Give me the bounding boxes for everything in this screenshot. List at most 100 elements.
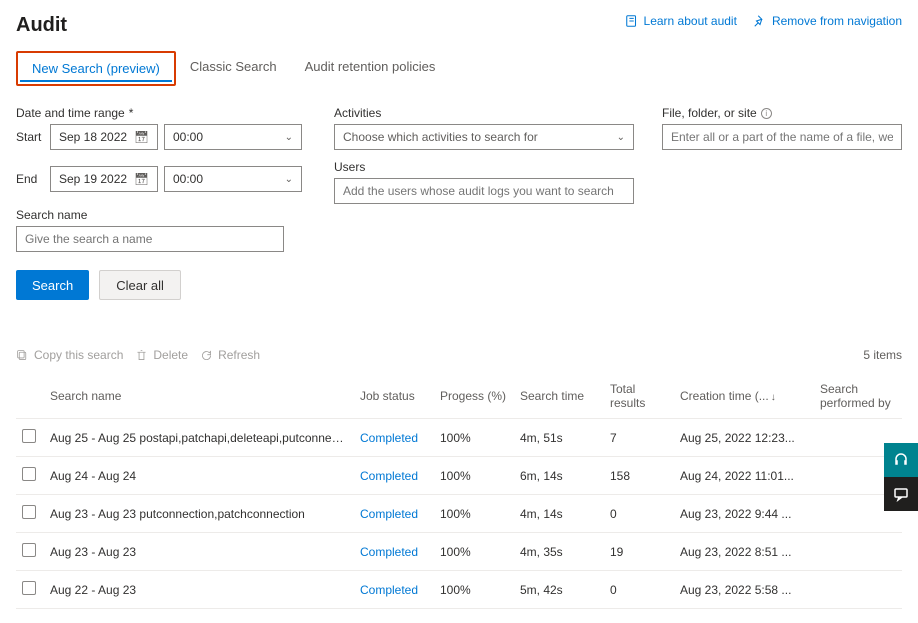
activities-placeholder: Choose which activities to search for	[343, 130, 538, 144]
clear-all-button[interactable]: Clear all	[99, 270, 181, 300]
cell-total: 7	[604, 419, 674, 457]
end-time-input[interactable]: 00:00 ⌄	[164, 166, 302, 192]
activities-select[interactable]: Choose which activities to search for ⌄	[334, 124, 634, 150]
delete-button[interactable]: Delete	[135, 348, 188, 362]
learn-link-label: Learn about audit	[644, 14, 737, 28]
tab-new-search[interactable]: New Search (preview)	[16, 51, 176, 86]
cell-creation-time: Aug 23, 2022 9:44 ...	[674, 495, 814, 533]
chevron-down-icon: ⌄	[285, 132, 293, 143]
refresh-button[interactable]: Refresh	[200, 348, 260, 362]
end-date-input[interactable]: Sep 19 2022 📅︎	[50, 166, 158, 192]
cell-search-name: Aug 24 - Aug 24	[44, 457, 354, 495]
col-progress[interactable]: Progess (%)	[434, 374, 514, 419]
book-icon	[625, 14, 639, 28]
results-table: Search name Job status Progess (%) Searc…	[16, 374, 902, 609]
trash-icon	[135, 349, 148, 362]
sort-desc-icon: ↓	[771, 392, 776, 403]
cell-job-status[interactable]: Completed	[360, 431, 418, 445]
start-date-value: Sep 18 2022	[59, 130, 127, 144]
headset-icon	[893, 452, 909, 468]
calendar-icon: 📅︎	[134, 130, 149, 144]
col-performed-by[interactable]: Search performed by	[814, 374, 902, 419]
activities-label: Activities	[334, 106, 634, 120]
page-title: Audit	[16, 14, 67, 37]
row-checkbox[interactable]	[22, 505, 36, 519]
start-time-value: 00:00	[173, 130, 203, 144]
col-creation-time[interactable]: Creation time (...↓	[674, 374, 814, 419]
cell-job-status[interactable]: Completed	[360, 583, 418, 597]
remove-from-nav-link[interactable]: Remove from navigation	[753, 14, 902, 28]
start-time-input[interactable]: 00:00 ⌄	[164, 124, 302, 150]
remove-link-label: Remove from navigation	[772, 14, 902, 28]
cell-progress: 100%	[434, 457, 514, 495]
row-checkbox[interactable]	[22, 581, 36, 595]
date-range-label: Date and time range	[16, 106, 306, 120]
tab-classic-search[interactable]: Classic Search	[176, 51, 291, 86]
cell-creation-time: Aug 25, 2022 12:23...	[674, 419, 814, 457]
tab-bar: New Search (preview) Classic Search Audi…	[16, 51, 902, 86]
cell-total: 0	[604, 571, 674, 609]
table-row[interactable]: Aug 22 - Aug 23 Completed 100%5m, 42s0Aug …	[16, 571, 902, 609]
cell-total: 19	[604, 533, 674, 571]
chevron-down-icon: ⌄	[285, 174, 293, 185]
cell-performed-by	[814, 571, 902, 609]
row-checkbox[interactable]	[22, 467, 36, 481]
help-float-button[interactable]	[884, 443, 918, 477]
row-checkbox[interactable]	[22, 543, 36, 557]
col-search-name[interactable]: Search name	[44, 374, 354, 419]
copy-label: Copy this search	[34, 348, 123, 362]
cell-progress: 100%	[434, 495, 514, 533]
start-date-input[interactable]: Sep 18 2022 📅︎	[50, 124, 158, 150]
cell-job-status[interactable]: Completed	[360, 545, 418, 559]
cell-search-time: 4m, 35s	[514, 533, 604, 571]
refresh-icon	[200, 349, 213, 362]
tab-retention-policies[interactable]: Audit retention policies	[291, 51, 450, 86]
cell-job-status[interactable]: Completed	[360, 469, 418, 483]
copy-icon	[16, 349, 29, 362]
row-checkbox[interactable]	[22, 429, 36, 443]
col-search-time[interactable]: Search time	[514, 374, 604, 419]
feedback-icon	[893, 486, 909, 502]
cell-search-time: 4m, 14s	[514, 495, 604, 533]
delete-label: Delete	[153, 348, 188, 362]
search-name-input[interactable]	[16, 226, 284, 252]
cell-performed-by	[814, 533, 902, 571]
cell-search-name: Aug 22 - Aug 23	[44, 571, 354, 609]
cell-progress: 100%	[434, 571, 514, 609]
chevron-down-icon: ⌄	[617, 132, 625, 143]
search-button[interactable]: Search	[16, 270, 89, 300]
cell-search-time: 4m, 51s	[514, 419, 604, 457]
cell-creation-time: Aug 23, 2022 5:58 ...	[674, 571, 814, 609]
feedback-float-button[interactable]	[884, 477, 918, 511]
cell-progress: 100%	[434, 533, 514, 571]
end-date-value: Sep 19 2022	[59, 172, 127, 186]
items-count: 5 items	[863, 348, 902, 362]
cell-total: 0	[604, 495, 674, 533]
table-row[interactable]: Aug 24 - Aug 24 Completed 100%6m, 14s158Au…	[16, 457, 902, 495]
unpin-icon	[753, 14, 767, 28]
file-label: File, folder, or site i	[662, 106, 902, 120]
cell-progress: 100%	[434, 419, 514, 457]
cell-search-name: Aug 25 - Aug 25 postapi,patchapi,deletea…	[44, 419, 354, 457]
refresh-label: Refresh	[218, 348, 260, 362]
copy-search-button[interactable]: Copy this search	[16, 348, 123, 362]
learn-about-audit-link[interactable]: Learn about audit	[625, 14, 737, 28]
cell-total: 158	[604, 457, 674, 495]
users-input[interactable]	[334, 178, 634, 204]
cell-job-status[interactable]: Completed	[360, 507, 418, 521]
table-row[interactable]: Aug 23 - Aug 23 putconnection,patchconne…	[16, 495, 902, 533]
cell-search-time: 6m, 14s	[514, 457, 604, 495]
end-time-value: 00:00	[173, 172, 203, 186]
col-total-results[interactable]: Total results	[604, 374, 674, 419]
calendar-icon: 📅︎	[134, 172, 149, 186]
cell-creation-time: Aug 24, 2022 11:01...	[674, 457, 814, 495]
table-row[interactable]: Aug 25 - Aug 25 postapi,patchapi,deletea…	[16, 419, 902, 457]
col-job-status[interactable]: Job status	[354, 374, 434, 419]
info-icon[interactable]: i	[761, 108, 772, 119]
search-name-label: Search name	[16, 208, 306, 222]
cell-search-time: 5m, 42s	[514, 571, 604, 609]
start-label: Start	[16, 130, 44, 144]
file-input[interactable]	[662, 124, 902, 150]
table-row[interactable]: Aug 23 - Aug 23Completed100%4m, 35s19Aug…	[16, 533, 902, 571]
cell-search-name: Aug 23 - Aug 23	[44, 533, 354, 571]
